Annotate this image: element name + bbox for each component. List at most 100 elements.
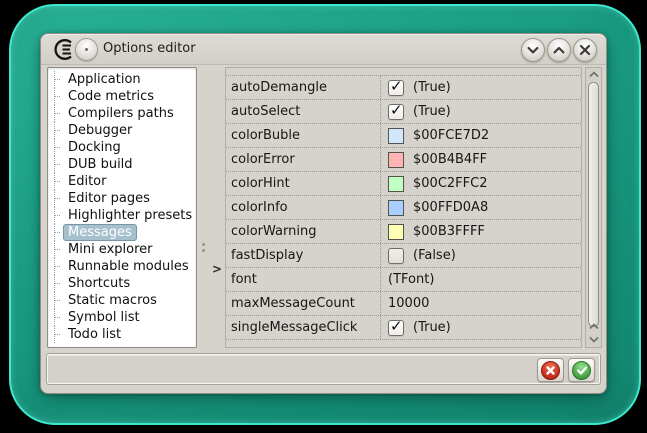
property-row-colorError[interactable]: colorError $00B4B4FF [226,148,581,172]
property-row-autoSelect[interactable]: autoSelect (True) [226,100,581,124]
checkbox[interactable] [388,248,404,264]
property-name: colorError [226,148,381,171]
property-row-colorBuble[interactable]: colorBuble $00FCE7D2 [226,124,581,148]
sidebar-item-highlighter-presets[interactable]: Highlighter presets [48,207,196,224]
property-value-cell: (False) [381,244,581,267]
sidebar-item-code-metrics[interactable]: Code metrics [48,88,196,105]
sidebar-item-symbol-list[interactable]: Symbol list [48,309,196,326]
sidebar-item-label: Editor [63,173,111,190]
checkbox[interactable] [388,80,404,96]
property-grid[interactable]: autoDemangle (True) autoSelect (True) co… [225,67,582,348]
property-value: (True) [413,104,451,119]
property-row-autoDemangle[interactable]: autoDemangle (True) [226,76,581,100]
tree-branch-icon [50,122,63,139]
maximize-button[interactable] [547,38,571,62]
property-name: fastDisplay [226,244,381,267]
property-value-cell: $00FFD0A8 [381,196,581,219]
property-row-colorHint[interactable]: colorHint $00C2FFC2 [226,172,581,196]
titlebar[interactable]: Options editor [41,34,606,65]
color-swatch[interactable] [388,200,404,216]
property-row-font[interactable]: font (TFont) [226,268,581,292]
tree-branch-icon [50,275,63,292]
property-name: colorHint [226,172,381,195]
sidebar-item-label: Todo list [63,326,126,343]
property-value-cell: (True) [381,316,581,339]
property-value-cell: $00FCE7D2 [381,124,581,147]
property-value: $00B3FFFF [413,224,485,239]
sidebar-item-label: Code metrics [63,88,159,105]
sidebar-item-application[interactable]: Application [48,71,196,88]
cancel-button[interactable] [537,358,564,382]
sidebar-item-shortcuts[interactable]: Shortcuts [48,275,196,292]
tree-branch-icon [50,190,63,207]
tree-branch-icon [50,224,63,241]
splitter[interactable]: > [197,67,225,348]
options-editor-window: Options editor Application Code metrics … [40,33,607,394]
property-value-cell: (True) [381,76,581,99]
tree-branch-icon [50,88,63,105]
scroll-up-button[interactable] [586,68,601,81]
sidebar-item-label: Docking [63,139,126,156]
sidebar-item-label: Messages [63,224,137,241]
window-menu-button[interactable] [75,38,98,61]
property-name: font [226,268,381,291]
property-name: singleMessageClick [226,316,381,339]
close-button[interactable] [573,38,597,62]
property-value-cell: $00B4B4FF [381,148,581,171]
property-row-colorInfo[interactable]: colorInfo $00FFD0A8 [226,196,581,220]
category-list[interactable]: Application Code metrics Compilers paths… [47,67,197,348]
scroll-down-button[interactable] [586,333,601,346]
sidebar-item-editor[interactable]: Editor [48,173,196,190]
property-name: maxMessageCount [226,292,381,315]
sidebar-item-messages[interactable]: Messages [48,224,196,241]
chevron-up-icon [588,70,600,79]
scrollbar-thumb[interactable] [588,82,599,327]
sidebar-item-static-macros[interactable]: Static macros [48,292,196,309]
sidebar-item-debugger[interactable]: Debugger [48,122,196,139]
sidebar-item-runnable-modules[interactable]: Runnable modules [48,258,196,275]
sidebar-item-label: Runnable modules [63,258,194,275]
sidebar-item-label: Symbol list [63,309,145,326]
property-name: colorWarning [226,220,381,243]
tree-branch-icon [50,292,63,309]
property-row-colorWarning[interactable]: colorWarning $00B3FFFF [226,220,581,244]
property-value: (False) [413,248,456,263]
property-value: $00FFD0A8 [413,200,488,215]
sidebar-item-label: Debugger [63,122,137,139]
checkbox[interactable] [388,104,404,120]
color-swatch[interactable] [388,176,404,192]
chevron-up-icon [548,39,570,61]
property-row-maxMessageCount[interactable]: maxMessageCount 10000 [226,292,581,316]
property-row-fastDisplay[interactable]: fastDisplay (False) [226,244,581,268]
sidebar-item-label: Shortcuts [63,275,135,292]
sidebar-item-docking[interactable]: Docking [48,139,196,156]
sidebar-item-editor-pages[interactable]: Editor pages [48,190,196,207]
property-name: autoDemangle [226,76,381,99]
sidebar-item-compilers-paths[interactable]: Compilers paths [48,105,196,122]
window-title: Options editor [103,34,196,63]
tree-branch-icon [50,241,63,258]
grid-scrollbar[interactable] [585,67,602,348]
sidebar-item-label: Mini explorer [63,241,158,258]
property-value: (True) [413,80,451,95]
property-row-singleMessageClick[interactable]: singleMessageClick (True) [226,316,581,340]
tree-branch-icon [50,309,63,326]
check-circle-icon [572,361,591,380]
sidebar-item-label: Editor pages [63,190,155,207]
scroll-up-button-2[interactable] [586,320,601,333]
tree-branch-icon [50,71,63,88]
color-swatch[interactable] [388,128,404,144]
property-name: autoSelect [226,100,381,123]
sidebar-item-todo-list[interactable]: Todo list [48,326,196,343]
sidebar-item-mini-explorer[interactable]: Mini explorer [48,241,196,258]
minimize-button[interactable] [521,38,545,62]
color-swatch[interactable] [388,224,404,240]
accept-button[interactable] [568,358,595,382]
property-value: $00FCE7D2 [413,128,489,143]
close-icon [574,39,596,61]
sidebar-item-dub-build[interactable]: DUB build [48,156,196,173]
tree-branch-icon [50,156,63,173]
color-swatch[interactable] [388,152,404,168]
x-circle-icon [541,361,560,380]
checkbox[interactable] [388,320,404,336]
